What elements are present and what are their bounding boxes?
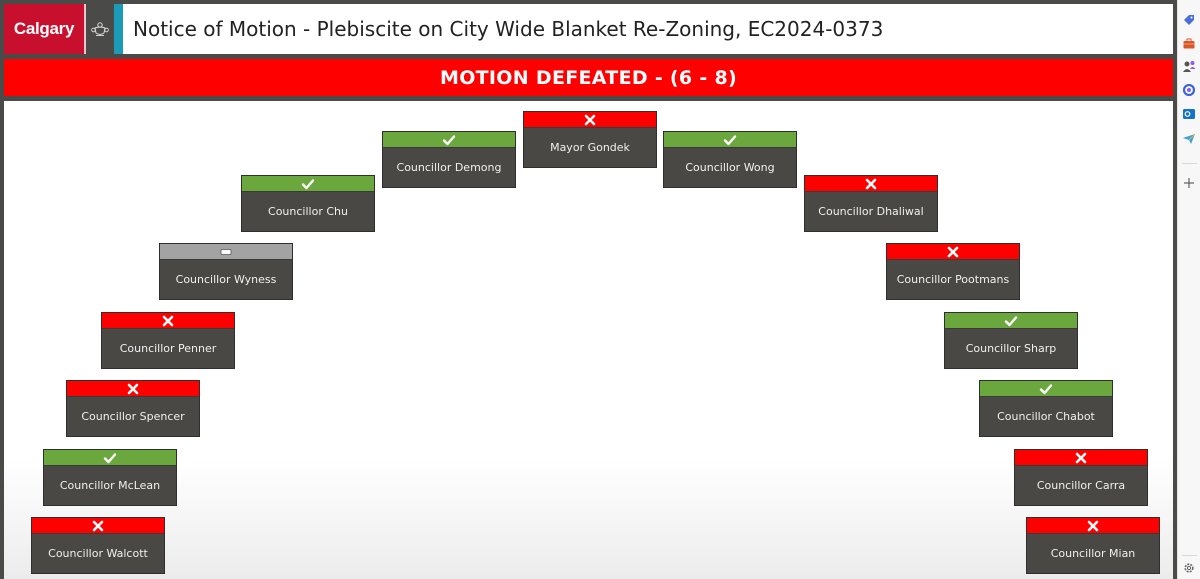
x-icon bbox=[127, 383, 139, 394]
check-icon bbox=[1039, 383, 1053, 394]
member-seat: Councillor Walcott bbox=[31, 517, 165, 574]
send-icon[interactable] bbox=[1182, 132, 1196, 146]
member-name: Councillor Dhaliwal bbox=[818, 205, 924, 218]
browser-sidebar bbox=[1177, 0, 1200, 579]
motion-title: Notice of Motion - Plebiscite on City Wi… bbox=[133, 17, 884, 41]
x-icon bbox=[865, 178, 877, 189]
member-seat: Councillor Wong bbox=[663, 131, 797, 188]
x-icon bbox=[947, 246, 959, 257]
member-seat: Mayor Gondek bbox=[523, 111, 657, 168]
member-seat: Councillor Spencer bbox=[66, 380, 200, 437]
member-name: Councillor Wong bbox=[685, 161, 775, 174]
member-seat: Councillor McLean bbox=[43, 449, 177, 506]
x-icon bbox=[1075, 452, 1087, 463]
council-seating-chart: Councillor Walcott Councillor McLean Counc… bbox=[4, 101, 1173, 579]
vote-status-yes bbox=[664, 132, 796, 148]
outlook-icon[interactable] bbox=[1182, 107, 1196, 121]
member-seat: Councillor Chu bbox=[241, 175, 375, 232]
vote-status-yes bbox=[44, 450, 176, 466]
header: Calgary Notice of Motion - Plebiscite on… bbox=[4, 4, 1173, 54]
vote-status-no bbox=[805, 176, 937, 192]
member-name: Mayor Gondek bbox=[550, 141, 630, 154]
member-seat: Councillor Demong bbox=[382, 131, 516, 188]
x-icon bbox=[92, 520, 104, 531]
vote-status-no bbox=[32, 518, 164, 534]
settings-icon[interactable] bbox=[1182, 561, 1196, 575]
member-seat: Councillor Dhaliwal bbox=[804, 175, 938, 232]
vote-status-absent bbox=[160, 244, 292, 260]
vote-display-window: Calgary Notice of Motion - Plebiscite on… bbox=[0, 0, 1177, 579]
member-seat: Councillor Pootmans bbox=[886, 243, 1020, 300]
logo-text: Calgary bbox=[13, 19, 75, 38]
city-crest-icon bbox=[86, 4, 114, 54]
vote-status-no bbox=[1027, 518, 1159, 534]
vote-status-no bbox=[887, 244, 1019, 260]
result-text: MOTION DEFEATED - (6 - 8) bbox=[440, 66, 737, 89]
minus-icon bbox=[220, 248, 232, 255]
member-name: Councillor Pootmans bbox=[896, 273, 1010, 286]
vote-status-no bbox=[1015, 450, 1147, 466]
check-icon bbox=[1004, 315, 1018, 326]
sidebar-divider bbox=[1182, 555, 1197, 556]
member-seat: Councillor Wyness bbox=[159, 243, 293, 300]
member-seat: Councillor Penner bbox=[101, 312, 235, 369]
vote-status-yes bbox=[383, 132, 515, 148]
calgary-logo: Calgary bbox=[4, 4, 84, 54]
check-icon bbox=[723, 134, 737, 145]
check-icon bbox=[301, 178, 315, 189]
member-name: Councillor Carra bbox=[1036, 479, 1126, 492]
check-icon bbox=[103, 452, 117, 463]
x-icon bbox=[162, 315, 174, 326]
member-name: Councillor Penner bbox=[119, 342, 217, 355]
vote-status-no bbox=[524, 112, 656, 128]
member-seat: Councillor Chabot bbox=[979, 380, 1113, 437]
vote-status-yes bbox=[945, 313, 1077, 329]
member-seat: Councillor Sharp bbox=[944, 312, 1078, 369]
member-seat: Councillor Carra bbox=[1014, 449, 1148, 506]
copilot-icon[interactable] bbox=[1182, 83, 1196, 97]
vote-status-no bbox=[102, 313, 234, 329]
add-icon[interactable] bbox=[1182, 176, 1196, 190]
x-icon bbox=[584, 114, 596, 125]
member-name: Councillor McLean bbox=[59, 479, 161, 492]
vote-status-yes bbox=[242, 176, 374, 192]
vote-status-yes bbox=[980, 381, 1112, 397]
accent-strip bbox=[114, 4, 123, 54]
tag-icon[interactable] bbox=[1182, 13, 1196, 27]
member-name: Councillor Sharp bbox=[965, 342, 1057, 355]
sidebar-divider bbox=[1182, 163, 1197, 164]
member-name: Councillor Chabot bbox=[997, 410, 1095, 423]
result-banner: MOTION DEFEATED - (6 - 8) bbox=[4, 59, 1173, 96]
check-icon bbox=[442, 134, 456, 145]
member-name: Councillor Walcott bbox=[48, 547, 148, 560]
member-name: Councillor Spencer bbox=[81, 410, 185, 423]
member-name: Councillor Demong bbox=[396, 161, 502, 174]
vote-status-no bbox=[67, 381, 199, 397]
member-seat: Councillor Mian bbox=[1026, 517, 1160, 574]
member-name: Councillor Chu bbox=[268, 205, 348, 218]
x-icon bbox=[1087, 520, 1099, 531]
member-name: Councillor Mian bbox=[1050, 547, 1136, 560]
briefcase-icon[interactable] bbox=[1182, 36, 1196, 50]
people-icon[interactable] bbox=[1182, 59, 1196, 73]
member-name: Councillor Wyness bbox=[175, 273, 277, 286]
